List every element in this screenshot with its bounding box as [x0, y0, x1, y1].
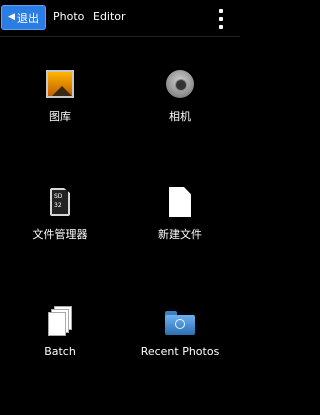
batch-icon — [44, 305, 76, 337]
grid-item-label: 新建文件 — [158, 228, 202, 241]
grid-item-file-manager[interactable]: SD 32 文件管理器 — [0, 186, 120, 296]
back-button[interactable]: ◀ 退出 — [1, 5, 46, 30]
grid-item-gallery[interactable]: 图库 — [0, 68, 120, 178]
grid-item-label: 文件管理器 — [32, 228, 88, 241]
grid-item-label: 相机 — [169, 110, 191, 123]
grid-item-label: Recent Photos — [140, 345, 220, 358]
back-arrow-icon: ◀ — [8, 12, 15, 22]
tab-editor[interactable]: Editor — [93, 10, 126, 23]
sd-card-size: 32 — [54, 202, 62, 209]
recent-folder-icon — [164, 305, 196, 337]
gallery-icon — [44, 68, 76, 100]
new-file-icon — [164, 186, 196, 218]
grid-item-label: 图库 — [49, 110, 71, 123]
grid-item-recent-photos[interactable]: Recent Photos — [120, 305, 240, 415]
sd-card-icon: SD 32 — [44, 186, 76, 218]
grid-item-batch[interactable]: Batch — [0, 305, 120, 415]
grid-item-new-file[interactable]: 新建文件 — [120, 186, 240, 296]
camera-icon — [164, 68, 196, 100]
overflow-menu-icon[interactable] — [218, 9, 224, 29]
sd-card-text: SD — [54, 193, 63, 200]
back-button-label: 退出 — [16, 11, 39, 25]
grid-item-label: Batch — [44, 345, 76, 358]
grid-item-camera[interactable]: 相机 — [120, 68, 240, 178]
top-toolbar: ◀ 退出 Photo Editor — [0, 0, 240, 37]
tab-photo[interactable]: Photo — [53, 10, 84, 23]
